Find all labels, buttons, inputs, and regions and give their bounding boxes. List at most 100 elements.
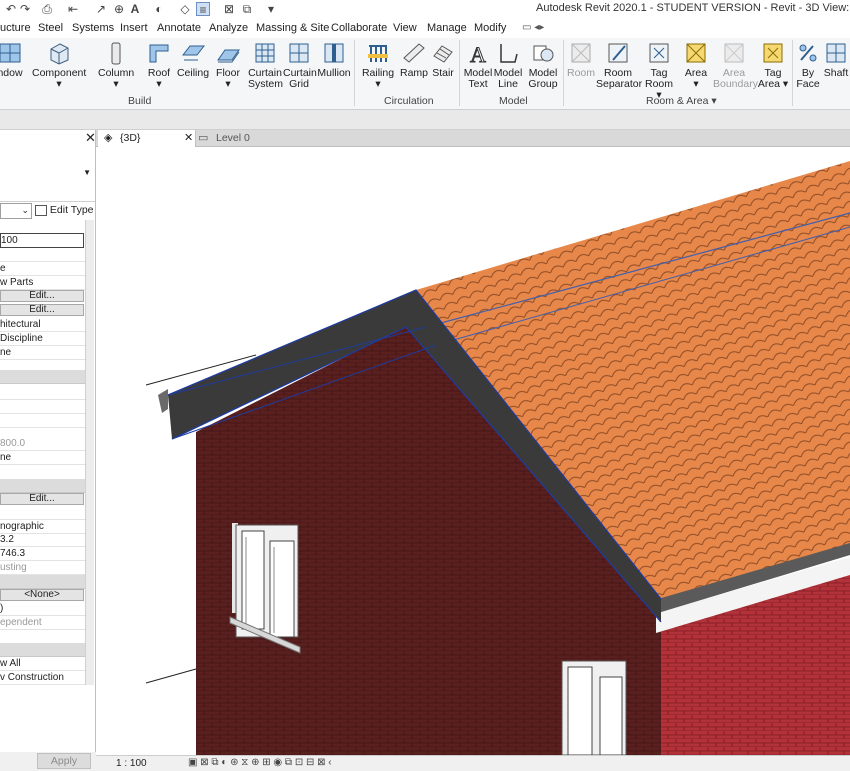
element-filter-dropdown[interactable]: ⌄: [0, 203, 32, 219]
component-icon: [50, 43, 69, 65]
floor-button[interactable]: Floor ▾: [213, 38, 243, 94]
tag-room-button[interactable]: Tag Room ▾: [641, 38, 677, 101]
apply-button[interactable]: Apply: [37, 753, 91, 769]
tab-steel[interactable]: Steel: [38, 22, 63, 34]
customize-qat-icon[interactable]: ▾: [264, 2, 278, 16]
apply-bar: Apply: [0, 752, 96, 771]
room-separator-icon: [608, 43, 628, 63]
tab-view[interactable]: View: [393, 22, 417, 34]
tab-analyze[interactable]: Analyze: [209, 22, 248, 34]
floor-plan-icon: ▭: [198, 132, 209, 144]
property-row: [0, 386, 94, 400]
property-group-header[interactable]: ⌃: [0, 479, 94, 493]
room-button[interactable]: Room: [566, 38, 596, 94]
by-face-button[interactable]: By Face: [795, 38, 821, 94]
property-row: v Construction: [0, 671, 94, 685]
view-control-icons[interactable]: ▣ ⊠ ⧉ ◐ ⊛ ⧖ ⊕ ⊞ ◉ ⧉ ⊡ ⊟ ⊠ ‹: [188, 757, 332, 768]
window-lower[interactable]: [561, 660, 627, 755]
ribbon: ndow Component ▾ Column ▾ Roof ▾ Ceiling Fl…: [0, 38, 850, 110]
window-upper[interactable]: [229, 523, 301, 654]
undo-icon[interactable]: ↶: [4, 2, 18, 16]
area-button[interactable]: Area ▾: [680, 38, 712, 94]
property-group-header[interactable]: ⌃: [0, 575, 94, 589]
model-line-button[interactable]: Model Line: [493, 38, 523, 94]
phase-dropdown[interactable]: <None>: [0, 589, 84, 601]
ceiling-icon: [181, 45, 206, 61]
tag-room-icon: [649, 43, 669, 63]
close-icon[interactable]: ✕: [184, 130, 193, 147]
model-line-icon: [500, 44, 518, 63]
room-separator-button[interactable]: Room Separator: [596, 38, 642, 94]
property-row: 3.2: [0, 533, 94, 547]
quick-access-toolbar: ↶ ↷ ⎙ ⇤ ↗ ⊕ A ◐ ◇ ≡ ⊠ ⧉ ▾ Autodesk Revit…: [0, 0, 850, 20]
measure-icon[interactable]: ⇤: [66, 2, 80, 16]
name-field[interactable]: 100: [0, 233, 84, 248]
tab-3d-view[interactable]: ◈ {3D} ✕: [98, 130, 196, 147]
panel-separator: [459, 40, 460, 106]
scale-selector[interactable]: 1 : 100: [116, 758, 147, 769]
curtain-system-icon: [255, 43, 275, 63]
model-group-icon: [533, 45, 554, 62]
dimension-icon[interactable]: ↗: [94, 2, 108, 16]
thin-lines-icon[interactable]: ≡: [196, 2, 210, 17]
sections-icon[interactable]: ◇: [178, 2, 192, 16]
tab-annotate[interactable]: Annotate: [157, 22, 201, 34]
tab-manage[interactable]: Manage: [427, 22, 467, 34]
curtain-system-button[interactable]: Curtain System: [248, 38, 283, 94]
tag-icon[interactable]: ⊕: [112, 2, 126, 16]
roof-button[interactable]: Roof ▾: [144, 38, 174, 94]
tab-insert[interactable]: Insert: [120, 22, 148, 34]
property-row: usting: [0, 561, 94, 575]
3d-view-canvas[interactable]: [96, 147, 850, 755]
window-button[interactable]: ndow: [0, 38, 26, 94]
ramp-button[interactable]: Ramp: [398, 38, 430, 94]
tab-massing-site[interactable]: Massing & Site: [256, 22, 329, 34]
properties-scrollbar[interactable]: [85, 220, 94, 685]
panel-label-room-area[interactable]: Room & Area ▾: [646, 95, 717, 107]
property-group-header[interactable]: ⌃: [0, 370, 94, 384]
model-text-icon: A: [470, 42, 487, 67]
ceiling-button[interactable]: Ceiling: [176, 38, 210, 94]
edit-button[interactable]: Edit...: [0, 493, 84, 505]
tab-level-0[interactable]: ▭ Level 0: [198, 130, 348, 147]
switch-windows-icon[interactable]: ⧉: [240, 2, 254, 16]
component-button[interactable]: Component ▾: [32, 38, 86, 94]
property-row: [0, 414, 94, 428]
property-row: ne: [0, 451, 94, 465]
mullion-button[interactable]: Mullion: [316, 38, 352, 94]
panel-label-circulation: Circulation: [384, 95, 434, 107]
model-text-button[interactable]: A Model Text: [462, 38, 494, 94]
tab-modify[interactable]: Modify: [474, 22, 506, 34]
tag-area-button[interactable]: Tag Area ▾: [756, 38, 790, 94]
edit-type-button[interactable]: Edit Type: [35, 202, 95, 220]
contextual-tab-icon[interactable]: ▭ ◂▸: [522, 22, 544, 33]
property-row: 800.0: [0, 437, 94, 451]
chevron-down-icon: ⌄: [21, 205, 29, 215]
column-button[interactable]: Column ▾: [98, 38, 134, 94]
property-group-header[interactable]: ⌃: [0, 643, 94, 657]
shaft-button[interactable]: Shaft: [822, 38, 850, 94]
tab-structure[interactable]: ucture: [0, 22, 31, 34]
redo-icon[interactable]: ↷: [18, 2, 32, 16]
close-icon[interactable]: ✕: [85, 130, 95, 146]
model-group-button[interactable]: Model Group: [526, 38, 560, 94]
svg-text:A: A: [470, 42, 486, 66]
shaft-icon: [826, 43, 846, 63]
curtain-grid-button[interactable]: Curtain Grid: [283, 38, 317, 94]
close-hidden-icon[interactable]: ⊠: [222, 2, 236, 16]
railing-button[interactable]: Railing ▾: [360, 38, 396, 94]
property-row: ): [0, 602, 94, 616]
stair-button[interactable]: Stair: [430, 38, 456, 94]
text-icon[interactable]: A: [128, 2, 142, 16]
edit-button[interactable]: Edit...: [0, 290, 84, 302]
print-icon[interactable]: ⎙: [40, 2, 54, 16]
edit-button[interactable]: Edit...: [0, 304, 84, 316]
window-title: Autodesk Revit 2020.1 - STUDENT VERSION …: [536, 2, 850, 14]
area-boundary-button[interactable]: Area Boundary: [713, 38, 758, 94]
room-icon: [571, 43, 591, 63]
tab-systems[interactable]: Systems: [72, 22, 114, 34]
type-selector[interactable]: ▼: [0, 146, 95, 202]
tab-collaborate[interactable]: Collaborate: [331, 22, 387, 34]
property-row: [0, 400, 94, 414]
3d-view-icon[interactable]: ◐: [152, 2, 166, 16]
